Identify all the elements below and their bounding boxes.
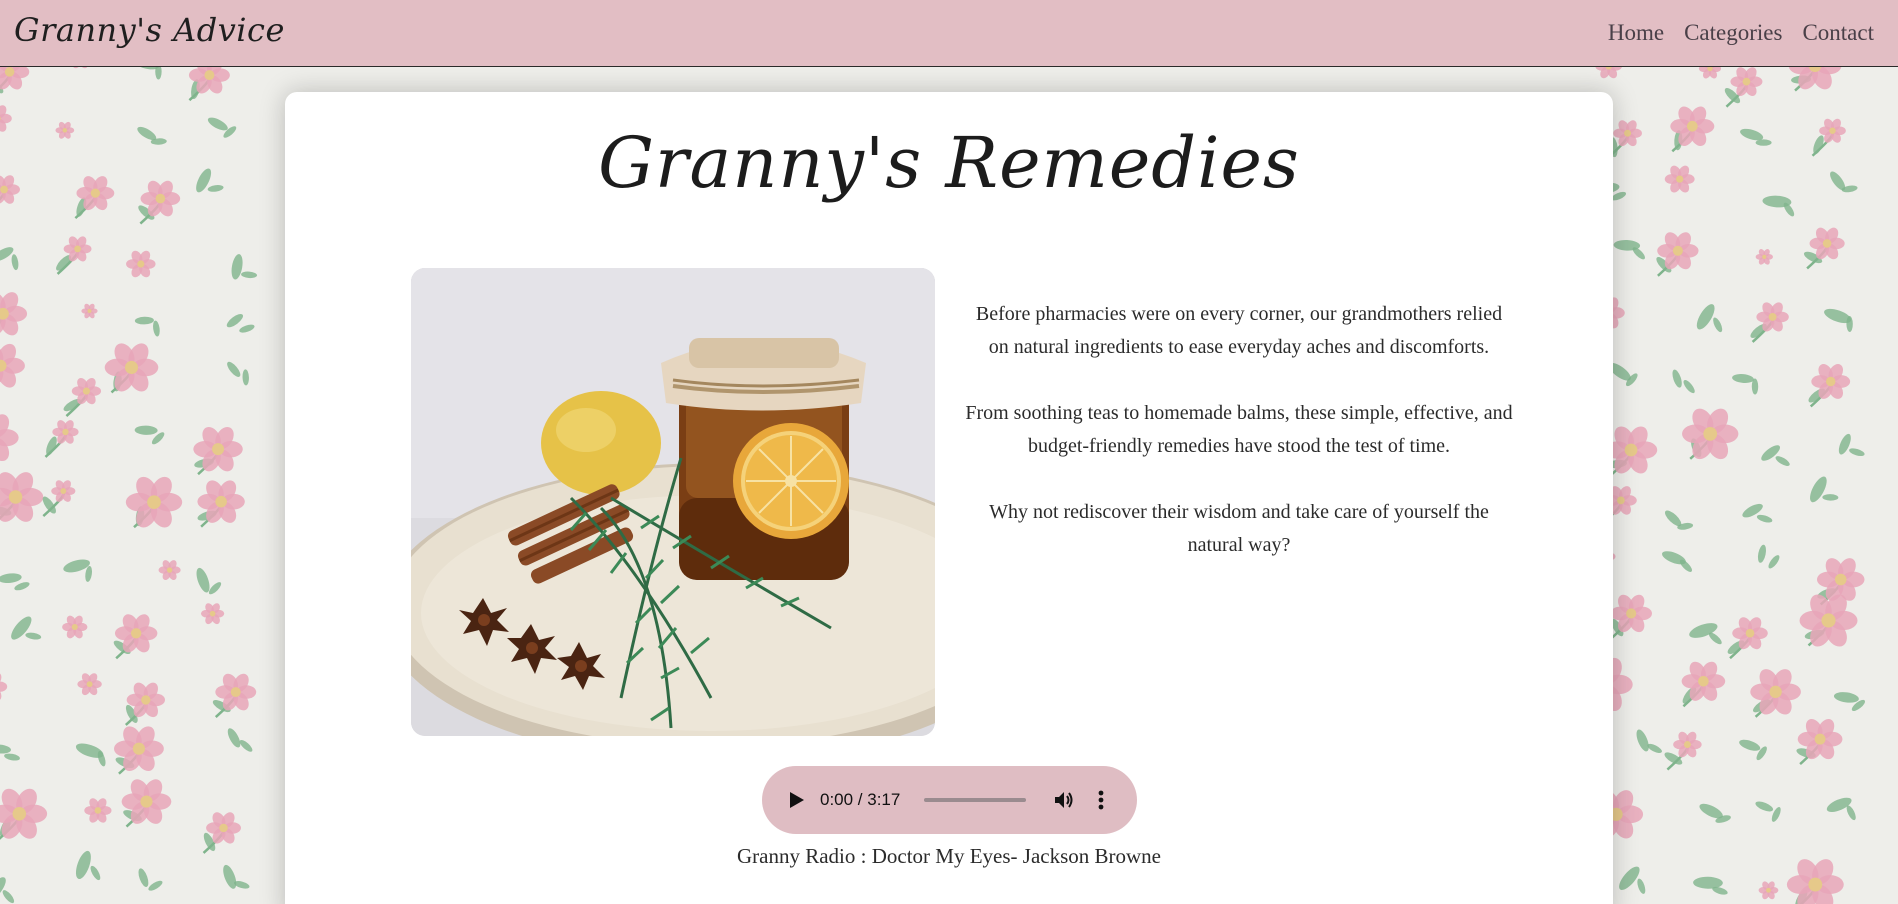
intro-text: Before pharmacies were on every corner, …	[965, 298, 1513, 595]
page-title: Granny's Remedies	[598, 122, 1300, 204]
nav-link-contact[interactable]: Contact	[1802, 20, 1874, 46]
volume-icon[interactable]	[1052, 788, 1076, 812]
brand-logo[interactable]: Granny's Advice	[14, 4, 285, 56]
more-options-icon[interactable]	[1096, 788, 1106, 812]
audio-progress-bar[interactable]	[924, 798, 1026, 802]
main-card: Granny's Remedies Before pharmacies were…	[285, 92, 1613, 904]
nav-links: Home Categories Contact	[1608, 0, 1874, 66]
audio-player[interactable]: 0:00 / 3:17	[762, 766, 1137, 834]
track-caption: Granny Radio : Doctor My Eyes- Jackson B…	[737, 844, 1161, 868]
intro-paragraph: From soothing teas to homemade balms, th…	[965, 402, 1513, 457]
remedies-photo	[411, 268, 935, 736]
navbar: Granny's Advice Home Categories Contact	[0, 0, 1898, 67]
intro-paragraph: Before pharmacies were on every corner, …	[975, 303, 1503, 358]
audio-time: 0:00 / 3:17	[820, 790, 901, 809]
nav-link-categories[interactable]: Categories	[1684, 20, 1782, 46]
intro-paragraph: Why not rediscover their wisdom and take…	[989, 501, 1489, 556]
play-icon[interactable]	[786, 790, 806, 810]
nav-link-home[interactable]: Home	[1608, 20, 1664, 46]
